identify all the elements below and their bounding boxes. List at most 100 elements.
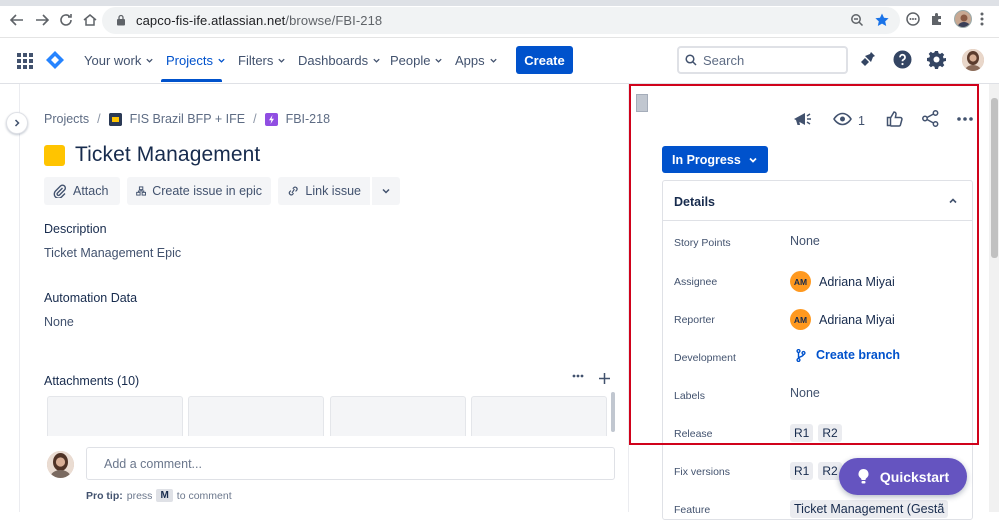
- attach-button[interactable]: Attach: [44, 177, 120, 205]
- help-icon[interactable]: [893, 50, 912, 69]
- commenter-avatar: [47, 451, 74, 478]
- description-label: Description: [44, 222, 107, 236]
- active-nav-indicator: [161, 79, 222, 82]
- nav-label: People: [390, 53, 431, 68]
- more-actions-dropdown[interactable]: [372, 177, 400, 205]
- tab-strip: [0, 0, 999, 6]
- back-icon[interactable]: [9, 12, 25, 28]
- extension-chat-icon[interactable]: [905, 11, 921, 27]
- add-attachment-icon[interactable]: [598, 372, 611, 385]
- nav-people[interactable]: People: [390, 53, 443, 68]
- search-input[interactable]: [703, 51, 841, 69]
- chevron-down-icon: [373, 58, 380, 63]
- field-feature: Feature Ticket Management (Gestã: [663, 490, 972, 528]
- create-issue-in-epic-button[interactable]: Create issue in epic: [127, 177, 271, 205]
- pro-tip-prefix: Pro tip:: [86, 489, 123, 502]
- app-switcher-icon[interactable]: [17, 53, 33, 69]
- sidebar-rail: [0, 84, 20, 512]
- highlight-annotation-box: [629, 84, 979, 445]
- attachment-thumbnail[interactable]: [188, 396, 324, 436]
- issue-title[interactable]: Ticket Management: [75, 143, 260, 167]
- home-icon[interactable]: [82, 12, 98, 28]
- chevron-down-icon: [278, 58, 286, 63]
- notifications-icon[interactable]: [860, 50, 877, 70]
- browser-profile-avatar[interactable]: [954, 10, 972, 28]
- pro-tip-suffix: to comment: [176, 489, 232, 502]
- pro-tip: Pro tip: press M to comment: [86, 489, 232, 502]
- breadcrumb-separator: /: [253, 112, 257, 126]
- chevron-down-icon: [218, 58, 225, 63]
- search-box[interactable]: [677, 46, 848, 74]
- nav-dashboards[interactable]: Dashboards: [298, 53, 381, 68]
- browser-toolbar: capco-fis-ife.atlassian.net/browse/FBI-2…: [0, 0, 999, 38]
- url-text: capco-fis-ife.atlassian.net/browse/FBI-2…: [136, 13, 382, 28]
- attachment-thumbnail[interactable]: [471, 396, 607, 436]
- search-icon: [685, 54, 697, 66]
- more-horizontal-icon[interactable]: [572, 374, 584, 378]
- chevron-right-icon: [14, 119, 20, 127]
- comment-input[interactable]: [104, 455, 584, 473]
- chevron-down-icon: [489, 58, 497, 63]
- attach-label: Attach: [73, 184, 109, 198]
- fix-version-tag: R1: [790, 462, 814, 480]
- top-navigation: Your work Projects Filters Dashboards Pe…: [0, 38, 999, 84]
- breadcrumb-projects[interactable]: Projects: [44, 112, 89, 126]
- link-icon: [288, 186, 298, 196]
- breadcrumb-project[interactable]: FIS Brazil BFP + IFE: [130, 112, 245, 126]
- chevron-down-icon: [382, 188, 390, 194]
- attachment-thumbnail[interactable]: [47, 396, 183, 436]
- lightbulb-icon: [858, 469, 869, 484]
- nav-label: Filters: [238, 53, 274, 68]
- breadcrumb: Projects / FIS Brazil BFP + IFE / FBI-21…: [44, 112, 330, 126]
- attachment-thumbnail[interactable]: [330, 396, 466, 436]
- field-label: Fix versions: [674, 466, 731, 478]
- attachments-scrollbar[interactable]: [611, 392, 615, 432]
- feature-value[interactable]: Ticket Management (Gestã: [790, 500, 953, 518]
- nav-filters[interactable]: Filters: [238, 53, 286, 68]
- epic-lightning-icon: [264, 112, 278, 126]
- quickstart-label: Quickstart: [879, 468, 950, 485]
- breadcrumb-issue-key[interactable]: FBI-218: [286, 112, 330, 126]
- extensions-puzzle-icon[interactable]: [929, 11, 945, 27]
- nav-label: Apps: [455, 53, 485, 68]
- epic-color-icon: [44, 145, 65, 166]
- browser-menu-icon[interactable]: [980, 11, 984, 27]
- create-button[interactable]: Create: [516, 46, 573, 74]
- address-bar[interactable]: capco-fis-ife.atlassian.net/browse/FBI-2…: [102, 7, 900, 34]
- nav-projects[interactable]: Projects: [166, 53, 226, 68]
- reload-icon[interactable]: [58, 12, 74, 28]
- chevron-down-icon: [435, 58, 443, 63]
- field-value: Ticket Management (Gestã: [790, 500, 949, 518]
- nav-apps[interactable]: Apps: [455, 53, 498, 68]
- comment-box[interactable]: [86, 447, 615, 480]
- url-host: capco-fis-ife.atlassian.net: [136, 13, 286, 28]
- quickstart-button[interactable]: Quickstart: [839, 458, 967, 495]
- attachments-heading: Attachments (10): [44, 374, 140, 388]
- lock-icon: [116, 14, 126, 26]
- issue-main-panel: Projects / FIS Brazil BFP + IFE / FBI-21…: [20, 84, 628, 512]
- create-in-epic-label: Create issue in epic: [152, 184, 262, 198]
- project-avatar-icon: [108, 112, 122, 126]
- link-issue-label: Link issue: [305, 184, 361, 198]
- paperclip-icon: [53, 184, 67, 198]
- page-scrollbar-thumb[interactable]: [991, 98, 998, 258]
- expand-sidebar-button[interactable]: [6, 112, 28, 134]
- description-text[interactable]: Ticket Management Epic: [44, 246, 181, 260]
- pro-tip-press: press: [126, 489, 153, 502]
- nav-label: Dashboards: [298, 53, 369, 68]
- nav-your-work[interactable]: Your work: [84, 53, 154, 68]
- hierarchy-icon: [136, 186, 147, 196]
- automation-data-value[interactable]: None: [44, 315, 74, 329]
- nav-label: Projects: [166, 53, 213, 68]
- link-issue-button[interactable]: Link issue: [278, 177, 370, 205]
- url-path: /browse/FBI-218: [285, 13, 383, 28]
- field-label: Feature: [674, 504, 711, 516]
- bookmark-star-icon[interactable]: [874, 12, 890, 28]
- forward-icon[interactable]: [34, 12, 50, 28]
- user-avatar[interactable]: [962, 49, 984, 71]
- settings-gear-icon[interactable]: [927, 50, 946, 69]
- nav-label: Your work: [84, 53, 142, 68]
- automation-data-label: Automation Data: [44, 291, 138, 305]
- jira-logo-icon[interactable]: [45, 50, 65, 70]
- zoom-icon[interactable]: [850, 13, 864, 27]
